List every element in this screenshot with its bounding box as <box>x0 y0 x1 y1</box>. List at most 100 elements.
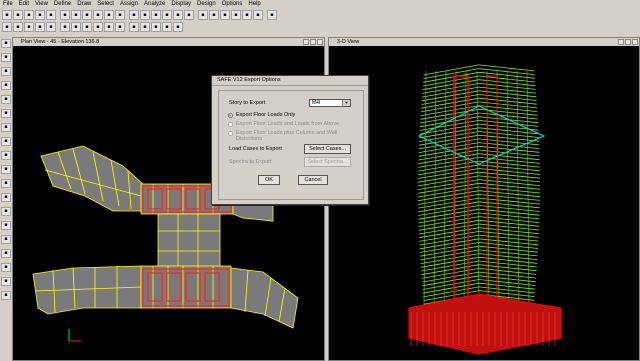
down-icon[interactable]: ▪ <box>162 10 172 20</box>
menu-select[interactable]: Select <box>94 0 117 9</box>
minimize-icon[interactable] <box>303 39 309 45</box>
story-label: Story to Export <box>229 100 266 106</box>
check-icon[interactable]: ▪ <box>173 22 183 32</box>
shell-icon[interactable]: ▪ <box>231 10 241 20</box>
lock-icon[interactable]: ▪ <box>46 10 56 20</box>
minimize-icon[interactable] <box>618 39 624 45</box>
shape-icon[interactable]: ▪ <box>2 22 12 32</box>
previous-icon[interactable]: ▪ <box>1 235 11 244</box>
display-icon[interactable]: ▪ <box>71 22 81 32</box>
maximize-icon[interactable] <box>310 39 316 45</box>
close-icon[interactable] <box>632 39 638 45</box>
beam-icon[interactable]: ▪ <box>1 109 11 118</box>
frame-icon[interactable]: ▪ <box>220 10 230 20</box>
table-icon[interactable]: ▪ <box>198 10 208 20</box>
line-icon[interactable]: ▪ <box>1 67 11 76</box>
menu-edit[interactable]: Edit <box>16 0 32 9</box>
floor-line <box>478 275 536 283</box>
link-icon[interactable]: ▪ <box>242 10 252 20</box>
pointer-icon[interactable]: ▪ <box>1 39 11 48</box>
mode-icon[interactable]: ▪ <box>129 22 139 32</box>
story-icon[interactable]: ▪ <box>24 22 34 32</box>
menu-define[interactable]: Define <box>51 0 74 9</box>
floor-line <box>478 223 540 231</box>
menu-draw[interactable]: Draw <box>74 0 94 9</box>
up-icon[interactable]: ▪ <box>151 10 161 20</box>
grid-icon[interactable]: ▪ <box>209 10 219 20</box>
chart-icon[interactable]: ▪ <box>93 22 103 32</box>
floor-line <box>478 101 538 109</box>
plan-icon[interactable]: ▪ <box>129 10 139 20</box>
menu-view[interactable]: View <box>32 0 51 9</box>
slab-icon[interactable]: ▪ <box>1 165 11 174</box>
deform-icon[interactable]: ▪ <box>115 22 125 32</box>
menu-options[interactable]: Options <box>219 0 246 9</box>
open-icon[interactable]: ▪ <box>2 10 12 20</box>
select-all-icon[interactable]: ▪ <box>1 207 11 216</box>
radio-floor-loads-only[interactable] <box>228 113 233 118</box>
filter-icon[interactable]: ▪ <box>13 22 23 32</box>
deselect-icon[interactable]: ▪ <box>1 263 11 272</box>
menu-design[interactable]: Design <box>194 0 219 9</box>
select-cases-button[interactable]: Select Cases... <box>304 144 351 154</box>
design-icon[interactable]: ▪ <box>162 22 172 32</box>
load-icon[interactable]: ▪ <box>60 22 70 32</box>
grid-select-icon[interactable]: ▪ <box>1 291 11 300</box>
column-line <box>423 70 427 309</box>
draw-icon[interactable]: ▪ <box>82 22 92 32</box>
cancel-button[interactable]: Cancel <box>298 175 328 185</box>
pan-icon[interactable]: ▪ <box>93 10 103 20</box>
select-icon[interactable]: ▪ <box>173 10 183 20</box>
area-icon[interactable]: ▪ <box>1 137 11 146</box>
view-options-icon[interactable]: ▪ <box>184 10 194 20</box>
mass-icon[interactable]: ▪ <box>104 22 114 32</box>
radio-floor-loads-above[interactable] <box>228 122 233 127</box>
menu-file[interactable]: File <box>0 0 16 9</box>
point-icon[interactable]: ▪ <box>1 193 11 202</box>
maximize-icon[interactable] <box>625 39 631 45</box>
refresh-icon[interactable]: ▪ <box>104 10 114 20</box>
3d-icon[interactable]: ▪ <box>115 10 125 20</box>
lines-icon[interactable]: ▪ <box>1 249 11 258</box>
move-icon[interactable]: ▪ <box>35 22 45 32</box>
force-icon[interactable]: ▪ <box>140 22 150 32</box>
select-spectra-button[interactable]: Select Spectra... <box>304 157 351 167</box>
floor-line <box>478 268 537 275</box>
menu-help[interactable]: Help <box>245 0 263 9</box>
menu-assign[interactable]: Assign <box>117 0 141 9</box>
brace-icon[interactable]: ▪ <box>1 81 11 90</box>
zoom-out-icon[interactable]: ▪ <box>82 10 92 20</box>
redo-icon[interactable]: ▪ <box>35 10 45 20</box>
3d-view-pane[interactable]: 3-D View <box>328 37 640 361</box>
intersect-icon[interactable]: ▪ <box>1 277 11 286</box>
menu-bar: File Edit View Define Draw Select Assign Analyz… <box>0 0 640 9</box>
column-icon[interactable]: ▪ <box>1 95 11 104</box>
elev-icon[interactable]: ▪ <box>140 10 150 20</box>
copy-icon[interactable]: ▪ <box>46 22 56 32</box>
radio-floor-loads-distortions[interactable] <box>228 131 233 136</box>
opening-icon[interactable]: ▪ <box>1 151 11 160</box>
zoom-in-icon[interactable]: ▪ <box>71 10 81 20</box>
wall-icon[interactable]: ▪ <box>1 123 11 132</box>
floor-line <box>478 127 539 135</box>
show-icon[interactable]: ▪ <box>253 10 263 20</box>
story-select[interactable]: M4I ▼ <box>309 99 351 107</box>
menu-display[interactable]: Display <box>168 0 194 9</box>
menu-analyze[interactable]: Analyze <box>141 0 168 9</box>
dropdown-arrow-icon[interactable]: ▼ <box>342 100 350 106</box>
floor-line <box>478 134 540 142</box>
lower-left-slab <box>32 265 142 315</box>
close-icon[interactable] <box>317 39 323 45</box>
stress-icon[interactable]: ▪ <box>151 22 161 32</box>
floor-line <box>478 153 540 161</box>
reshape-icon[interactable]: ▪ <box>1 53 11 62</box>
clear-icon[interactable]: ▪ <box>1 221 11 230</box>
model-icon[interactable]: ▪ <box>267 10 277 20</box>
tower-3d-model[interactable] <box>329 46 639 360</box>
undo-icon[interactable]: ▪ <box>24 10 34 20</box>
ramp-icon[interactable]: ▪ <box>1 179 11 188</box>
save-icon[interactable]: ▪ <box>13 10 23 20</box>
ok-button[interactable]: OK <box>258 175 280 185</box>
upper-wing-slab <box>40 145 144 212</box>
run-icon[interactable]: ▪ <box>60 10 70 20</box>
